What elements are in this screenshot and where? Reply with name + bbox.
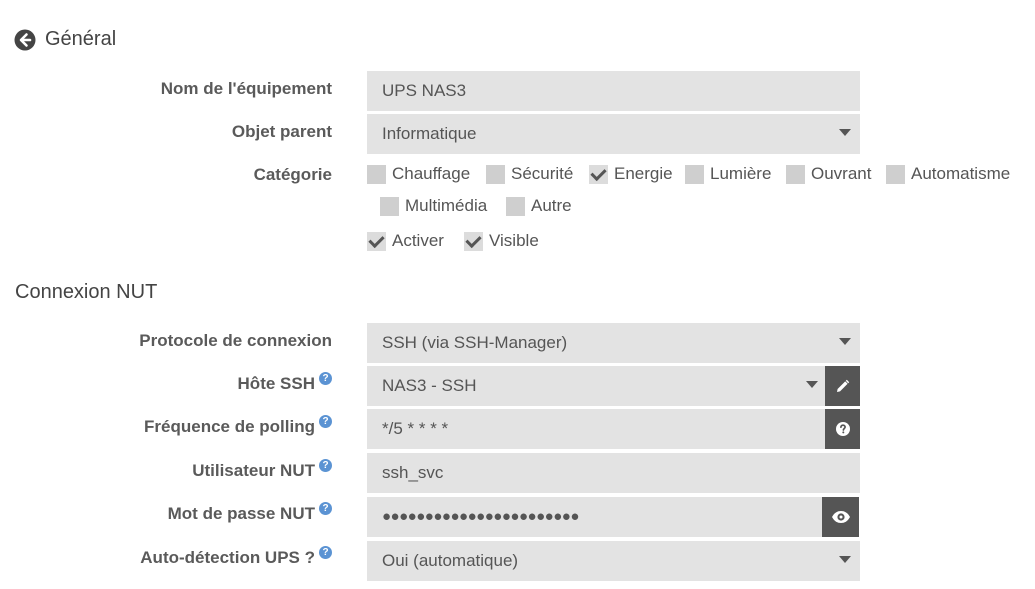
checkbox-box bbox=[380, 196, 399, 216]
nut-user-label: Utilisateur NUT? bbox=[192, 459, 332, 481]
help-icon[interactable]: ? bbox=[319, 415, 332, 428]
parent-object-select[interactable]: Informatique bbox=[367, 114, 860, 154]
autodetect-label-text: Auto-détection UPS ? bbox=[140, 548, 315, 567]
category-checkbox-securite[interactable]: Sécurité bbox=[486, 164, 573, 184]
checkmark-icon bbox=[589, 164, 608, 184]
visible-checkbox[interactable]: Visible bbox=[464, 231, 539, 251]
help-icon[interactable]: ? bbox=[319, 372, 332, 385]
ssh-host-label: Hôte SSH? bbox=[237, 372, 332, 394]
chevron-down-icon bbox=[839, 129, 851, 136]
ssh-host-select[interactable]: NAS3 - SSH bbox=[367, 366, 825, 406]
protocol-label: Protocole de connexion bbox=[139, 331, 332, 350]
nut-password-input[interactable]: ●●●●●●●●●●●●●●●●●●●●●●● bbox=[367, 497, 822, 537]
category-checkbox-automatisme[interactable]: Automatisme bbox=[886, 164, 1010, 184]
checkbox-box bbox=[486, 164, 505, 184]
ssh-host-label-text: Hôte SSH bbox=[237, 374, 315, 393]
protocol-value: SSH (via SSH-Manager) bbox=[382, 333, 568, 352]
chevron-down-icon bbox=[806, 381, 818, 388]
cron-help-button[interactable] bbox=[825, 409, 860, 449]
autodetect-value: Oui (automatique) bbox=[382, 551, 519, 570]
help-icon[interactable]: ? bbox=[319, 459, 332, 472]
nut-user-label-text: Utilisateur NUT bbox=[192, 461, 315, 480]
chevron-down-icon bbox=[839, 556, 851, 563]
category-checkbox-energie[interactable]: Energie bbox=[589, 164, 673, 184]
nut-password-label: Mot de passe NUT? bbox=[167, 502, 332, 524]
visible-label: Visible bbox=[489, 231, 539, 250]
checkmark-icon bbox=[464, 231, 483, 251]
pencil-icon bbox=[837, 379, 850, 392]
edit-ssh-host-button[interactable] bbox=[825, 366, 860, 406]
eye-icon bbox=[831, 511, 850, 523]
reveal-password-button[interactable] bbox=[822, 497, 859, 537]
polling-label: Fréquence de polling? bbox=[144, 415, 332, 437]
arrow-left-circle-icon bbox=[14, 29, 36, 51]
category-checkbox-multimedia[interactable]: Multimédia bbox=[380, 196, 487, 216]
equipment-name-input[interactable]: UPS NAS3 bbox=[367, 71, 860, 111]
category-label-chauffage: Chauffage bbox=[392, 164, 471, 183]
help-icon[interactable]: ? bbox=[319, 546, 332, 559]
checkbox-box bbox=[685, 164, 704, 184]
category-label-automatisme: Automatisme bbox=[911, 164, 1011, 183]
protocol-select[interactable]: SSH (via SSH-Manager) bbox=[367, 323, 860, 363]
autodetect-select[interactable]: Oui (automatique) bbox=[367, 541, 860, 581]
checkbox-box bbox=[367, 164, 386, 184]
checkbox-box bbox=[506, 196, 525, 216]
question-circle-icon bbox=[835, 422, 850, 436]
polling-label-text: Fréquence de polling bbox=[144, 417, 315, 436]
section-title-general: Général bbox=[45, 28, 117, 50]
section-title-nut: Connexion NUT bbox=[15, 281, 158, 303]
activate-checkbox[interactable]: Activer bbox=[367, 231, 444, 251]
parent-object-label: Objet parent bbox=[231, 122, 332, 141]
activate-label: Activer bbox=[392, 231, 444, 250]
ssh-host-value: NAS3 - SSH bbox=[382, 376, 477, 395]
checkbox-box bbox=[786, 164, 805, 184]
nut-user-input[interactable]: ssh_svc bbox=[367, 453, 860, 493]
checkmark-icon bbox=[367, 231, 386, 251]
category-checkbox-chauffage[interactable]: Chauffage bbox=[367, 164, 470, 184]
checkbox-box bbox=[886, 164, 905, 184]
category-label-securite: Sécurité bbox=[511, 164, 574, 183]
category-label-multimedia: Multimédia bbox=[405, 196, 488, 215]
chevron-down-icon bbox=[839, 338, 851, 345]
category-label-ouvrant: Ouvrant bbox=[811, 164, 872, 183]
back-button[interactable] bbox=[14, 29, 36, 51]
category-label: Catégorie bbox=[253, 165, 332, 184]
category-label-energie: Energie bbox=[614, 164, 673, 183]
polling-input[interactable]: */5 * * * * bbox=[367, 409, 825, 449]
parent-object-value: Informatique bbox=[382, 124, 477, 143]
category-checkbox-ouvrant[interactable]: Ouvrant bbox=[786, 164, 871, 184]
category-checkbox-autre[interactable]: Autre bbox=[506, 196, 572, 216]
category-label-lumiere: Lumière bbox=[710, 164, 772, 183]
help-icon[interactable]: ? bbox=[319, 502, 332, 515]
autodetect-label: Auto-détection UPS ?? bbox=[140, 546, 332, 568]
nut-password-label-text: Mot de passe NUT bbox=[167, 504, 315, 523]
equipment-name-label: Nom de l'équipement bbox=[160, 79, 332, 98]
category-label-autre: Autre bbox=[531, 196, 572, 215]
category-checkbox-lumiere[interactable]: Lumière bbox=[685, 164, 771, 184]
